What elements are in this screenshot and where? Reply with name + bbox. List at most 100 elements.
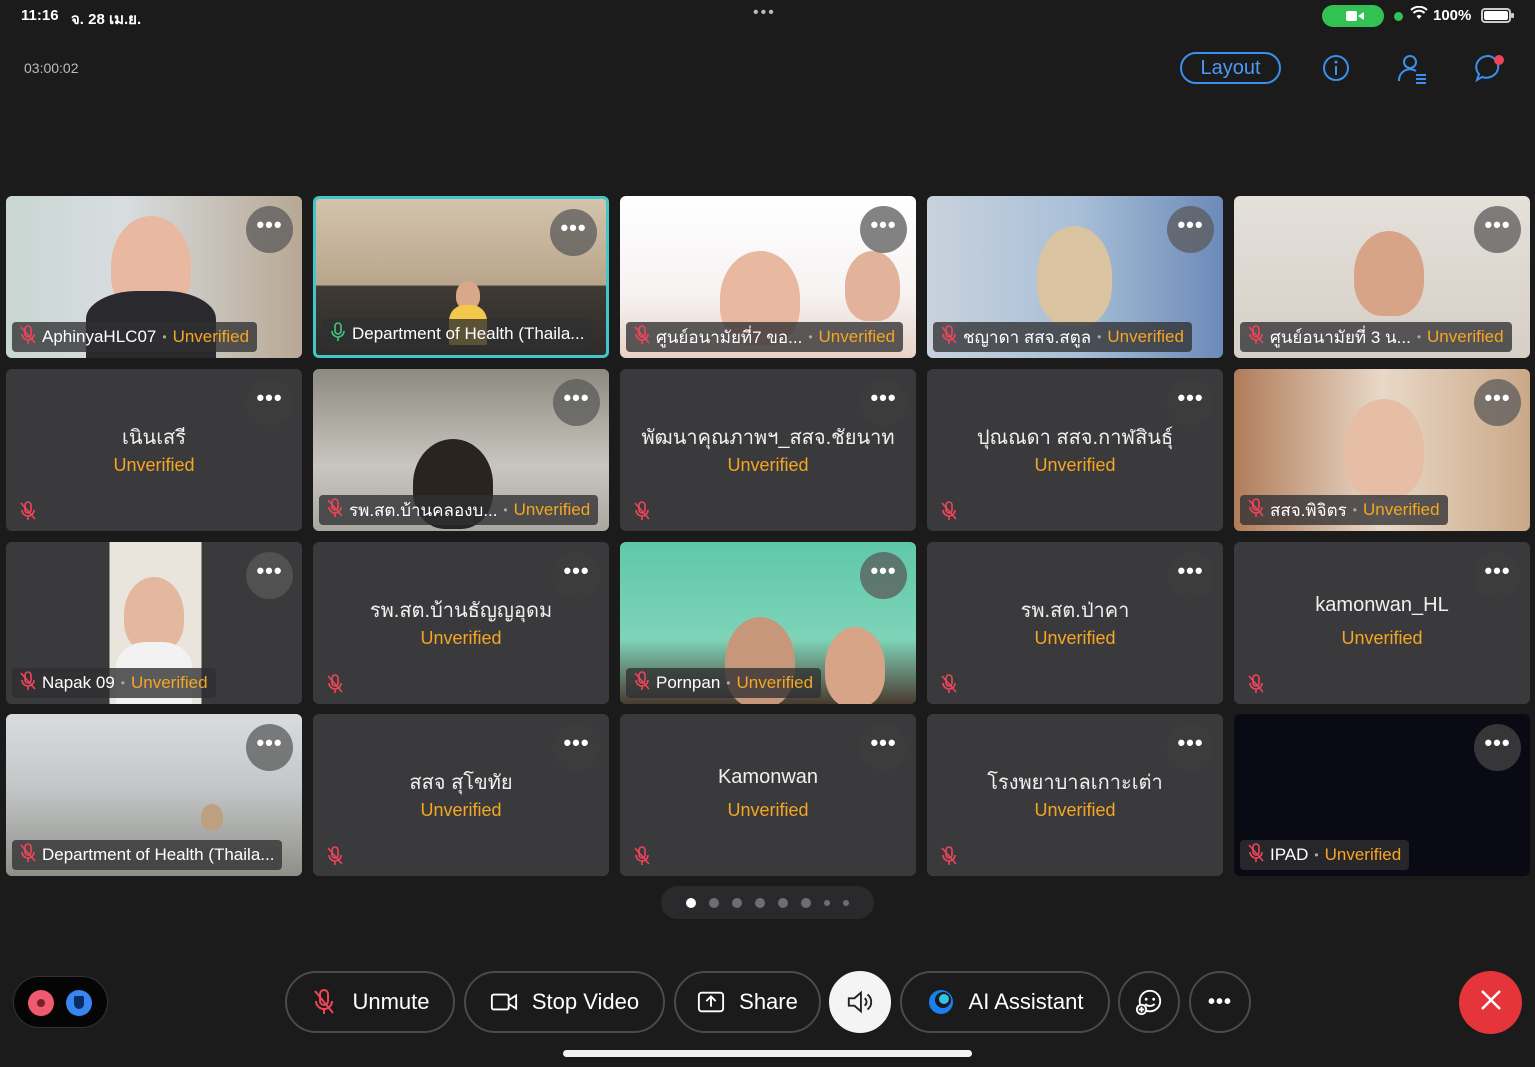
reaction-button[interactable]: [1118, 971, 1180, 1033]
participant-tile[interactable]: ••• ชญาดา สสจ.สตูล • Unverified: [927, 196, 1223, 358]
page-dot[interactable]: [686, 897, 696, 908]
tile-more-button[interactable]: •••: [1167, 552, 1214, 599]
participant-tile[interactable]: ••• IPAD • Unverified: [1234, 714, 1530, 876]
mic-muted-icon: [1248, 497, 1264, 523]
participant-tile[interactable]: ••• รพ.สต.บ้านธัญญอุดม Unverified: [313, 542, 609, 704]
page-dot[interactable]: [824, 899, 830, 906]
battery-icon: [1481, 8, 1514, 23]
page-dot[interactable]: [732, 897, 742, 908]
verification-status: Unverified: [1034, 800, 1116, 820]
participant-tile[interactable]: ••• ปุณณดา สสจ.กาฬสินธุ์ Unverified: [927, 369, 1223, 531]
leave-meeting-button[interactable]: [1459, 971, 1522, 1034]
participant-tile[interactable]: ••• โรงพยาบาลเกาะเต่า Unverified: [927, 714, 1223, 876]
person-face: [1354, 231, 1424, 316]
participant-tile[interactable]: ••• ศูนย์อนามัยที่ 3 น... • Unverified: [1234, 196, 1530, 358]
page-dot[interactable]: [709, 897, 719, 908]
tile-more-button[interactable]: •••: [553, 552, 600, 599]
stop-video-button[interactable]: Stop Video: [464, 971, 665, 1033]
page-dot[interactable]: [843, 899, 849, 906]
mic-muted-icon: [1248, 674, 1266, 694]
participant-tile[interactable]: ••• เนินเสรี Unverified: [6, 369, 302, 531]
mic-icon: [330, 321, 346, 347]
tile-more-button[interactable]: •••: [860, 206, 907, 253]
participant-name: ปุณณดา สสจ.กาฬสินธุ์: [976, 427, 1174, 449]
tile-more-button[interactable]: •••: [246, 552, 293, 599]
speaker-button[interactable]: [829, 971, 891, 1033]
page-dot[interactable]: [801, 897, 811, 908]
layout-button[interactable]: Layout: [1180, 52, 1281, 84]
participant-tile[interactable]: ••• สสจ สุโขทัย Unverified: [313, 714, 609, 876]
person-face: [124, 577, 184, 652]
recording-security-pill[interactable]: [13, 976, 108, 1028]
separator-dot: •: [808, 330, 813, 344]
page-dot[interactable]: [755, 897, 765, 908]
tile-more-button[interactable]: •••: [1167, 724, 1214, 771]
participant-tile[interactable]: ••• รพ.สต.บ้านคลองบ... • Unverified: [313, 369, 609, 531]
participant-tile[interactable]: ••• Kamonwan Unverified: [620, 714, 916, 876]
page-indicator[interactable]: [661, 886, 874, 919]
tile-more-button[interactable]: •••: [860, 724, 907, 771]
verification-status: Unverified: [1324, 845, 1402, 864]
mic-muted-icon: [327, 846, 345, 866]
mic-muted-icon: [20, 501, 38, 521]
tile-more-button[interactable]: •••: [1167, 379, 1214, 426]
tile-more-button[interactable]: •••: [1167, 206, 1214, 253]
multitask-dots[interactable]: •••: [753, 4, 776, 22]
participants-icon[interactable]: [1396, 52, 1428, 84]
tile-more-button[interactable]: •••: [246, 724, 293, 771]
participant-tile[interactable]: ••• Napak 09 • Unverified: [6, 542, 302, 704]
tile-more-button[interactable]: •••: [246, 379, 293, 426]
tile-more-button[interactable]: •••: [550, 209, 597, 256]
participant-tile[interactable]: ••• สสจ.พิจิตร • Unverified: [1234, 369, 1530, 531]
status-date: จ. 28 เม.ย.: [71, 11, 142, 28]
participant-tile[interactable]: ••• AphinyaHLC07 • Unverified: [6, 196, 302, 358]
verification-status: Unverified: [736, 673, 814, 692]
tile-more-button[interactable]: •••: [553, 724, 600, 771]
tile-more-button[interactable]: •••: [1474, 724, 1521, 771]
participant-name: ชญาดา สสจ.สตูล: [963, 327, 1092, 347]
tile-more-button[interactable]: •••: [860, 379, 907, 426]
mic-muted-icon: [20, 842, 36, 868]
verification-status: Unverified: [1427, 327, 1504, 346]
verification-status: Unverified: [1034, 455, 1116, 475]
tile-more-button[interactable]: •••: [553, 379, 600, 426]
speaker-icon: [846, 988, 874, 1016]
more-options-button[interactable]: •••: [1189, 971, 1251, 1033]
page-dot[interactable]: [778, 897, 788, 908]
tile-more-button[interactable]: •••: [1474, 379, 1521, 426]
unmute-button[interactable]: Unmute: [285, 971, 455, 1033]
participant-name: ศูนย์อนามัยที่ 3 น...: [1270, 327, 1411, 347]
participant-name: พัฒนาคุณภาพฯ_สสจ.ชัยนาท: [641, 427, 895, 449]
participant-tile[interactable]: ••• kamonwan_HL Unverified: [1234, 542, 1530, 704]
separator-dot: •: [162, 330, 167, 344]
record-icon: [28, 990, 54, 1016]
separator-dot: •: [1097, 330, 1102, 344]
reaction-icon: [1135, 988, 1163, 1016]
person-face: [1037, 226, 1112, 326]
tile-more-button[interactable]: •••: [860, 552, 907, 599]
tile-more-button[interactable]: •••: [246, 206, 293, 253]
separator-dot: •: [726, 676, 731, 690]
participant-tile[interactable]: ••• รพ.สต.ป่าคา Unverified: [927, 542, 1223, 704]
share-button[interactable]: Share: [674, 971, 821, 1033]
person-face: [825, 627, 885, 704]
mic-muted-icon: [327, 497, 343, 523]
participant-tile[interactable]: ••• Pornpan • Unverified: [620, 542, 916, 704]
home-indicator[interactable]: [563, 1050, 972, 1057]
participant-tile[interactable]: ••• พัฒนาคุณภาพฯ_สสจ.ชัยนาท Unverified: [620, 369, 916, 531]
info-icon[interactable]: [1320, 52, 1352, 84]
participant-name: เนินเสรี: [122, 427, 186, 449]
participant-name-bar: สสจ.พิจิตร • Unverified: [1240, 495, 1448, 525]
verification-status: Unverified: [172, 327, 250, 346]
separator-dot: •: [1416, 330, 1422, 344]
separator-dot: •: [1314, 848, 1319, 862]
participant-tile[interactable]: ••• ศูนย์อนามัยที่7 ขอ... • Unverified: [620, 196, 916, 358]
verification-status: Unverified: [1362, 500, 1440, 519]
tile-more-button[interactable]: •••: [1474, 206, 1521, 253]
participant-tile[interactable]: ••• Department of Health (Thaila...: [6, 714, 302, 876]
mic-muted-icon: [941, 846, 959, 866]
ai-assistant-button[interactable]: AI Assistant: [900, 971, 1110, 1033]
tile-more-button[interactable]: •••: [1474, 552, 1521, 599]
chat-icon[interactable]: [1473, 52, 1505, 84]
participant-tile[interactable]: ••• Department of Health (Thaila...: [313, 196, 609, 358]
